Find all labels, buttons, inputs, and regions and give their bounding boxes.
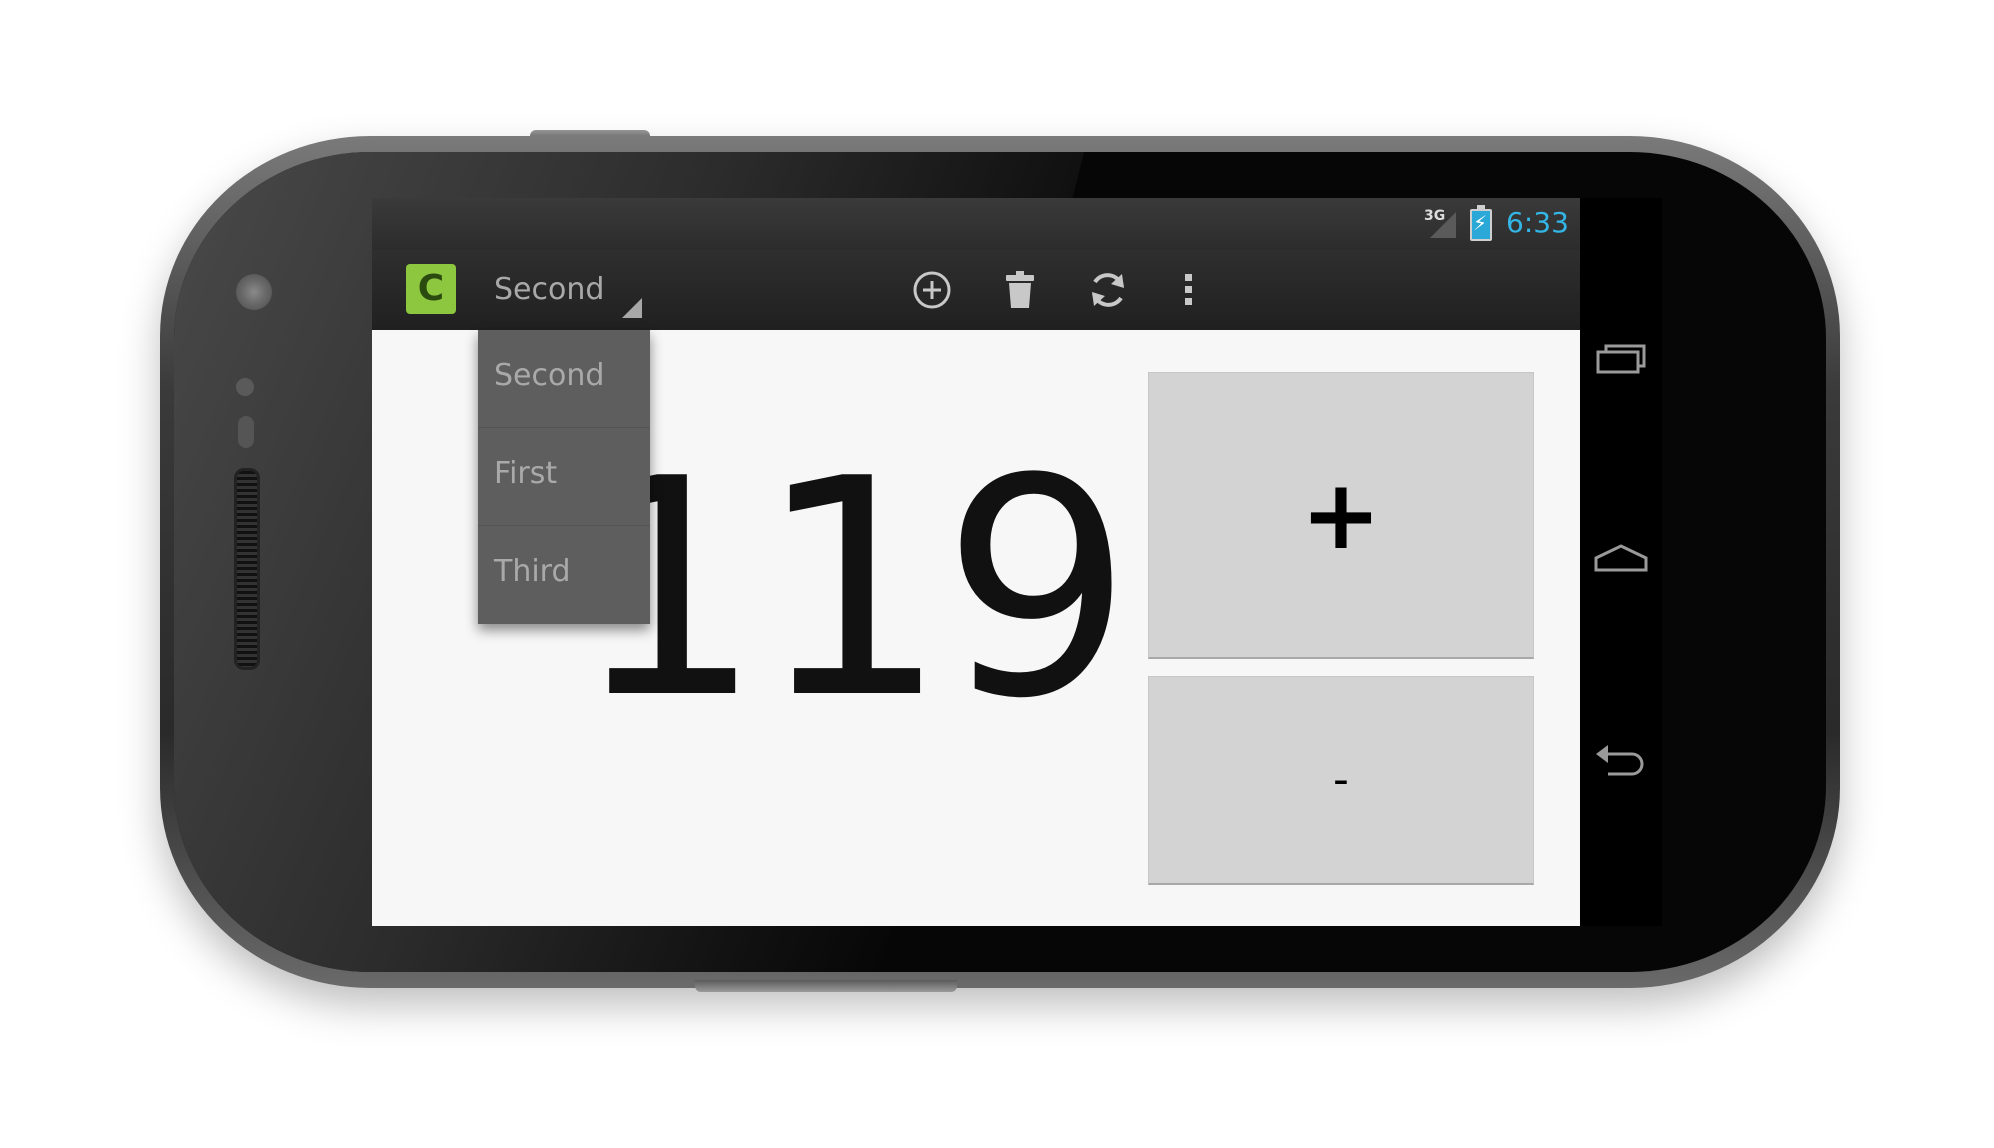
navigation-spinner[interactable]: Second xyxy=(484,262,642,318)
dropdown-item-label: Third xyxy=(494,554,571,589)
increment-button[interactable]: + xyxy=(1148,372,1534,659)
app-icon[interactable]: C xyxy=(406,264,456,314)
spinner-dropdown: Second First Third xyxy=(478,330,650,624)
spinner-selected-label: Second xyxy=(494,272,605,307)
signal-icon xyxy=(1430,212,1456,238)
volume-button xyxy=(695,980,957,992)
overflow-menu-icon[interactable] xyxy=(1162,264,1214,316)
counter-value: 119 xyxy=(572,415,1133,764)
charging-icon: ⚡ xyxy=(1473,211,1488,235)
action-bar: C Second xyxy=(372,250,1580,330)
app-icon-letter: C xyxy=(417,268,445,309)
dropdown-item-label: Second xyxy=(494,358,605,393)
proximity-sensor xyxy=(236,378,254,396)
recent-apps-icon[interactable] xyxy=(1588,328,1654,394)
light-sensor xyxy=(238,416,254,448)
dropdown-item-second[interactable]: Second xyxy=(478,330,650,428)
home-icon[interactable] xyxy=(1588,528,1654,594)
dropdown-item-first[interactable]: First xyxy=(478,428,650,526)
earpiece-speaker xyxy=(234,468,260,670)
dropdown-item-third[interactable]: Third xyxy=(478,526,650,623)
screen: 3G ⚡ 6:33 C Second 119 + - Second First … xyxy=(372,198,1662,926)
refresh-icon[interactable] xyxy=(1082,264,1134,316)
status-bar: 3G ⚡ 6:33 xyxy=(372,198,1580,250)
decrement-button[interactable]: - xyxy=(1148,676,1534,885)
status-clock: 6:33 xyxy=(1506,206,1569,239)
front-camera xyxy=(236,274,272,310)
spinner-corner-icon xyxy=(622,298,642,318)
back-icon[interactable] xyxy=(1588,728,1654,794)
trash-icon[interactable] xyxy=(994,264,1046,316)
device-mockup: 3G ⚡ 6:33 C Second 119 + - Second First … xyxy=(0,0,1994,1148)
add-icon[interactable] xyxy=(906,264,958,316)
dropdown-item-label: First xyxy=(494,456,558,491)
navigation-bar xyxy=(1580,198,1662,926)
